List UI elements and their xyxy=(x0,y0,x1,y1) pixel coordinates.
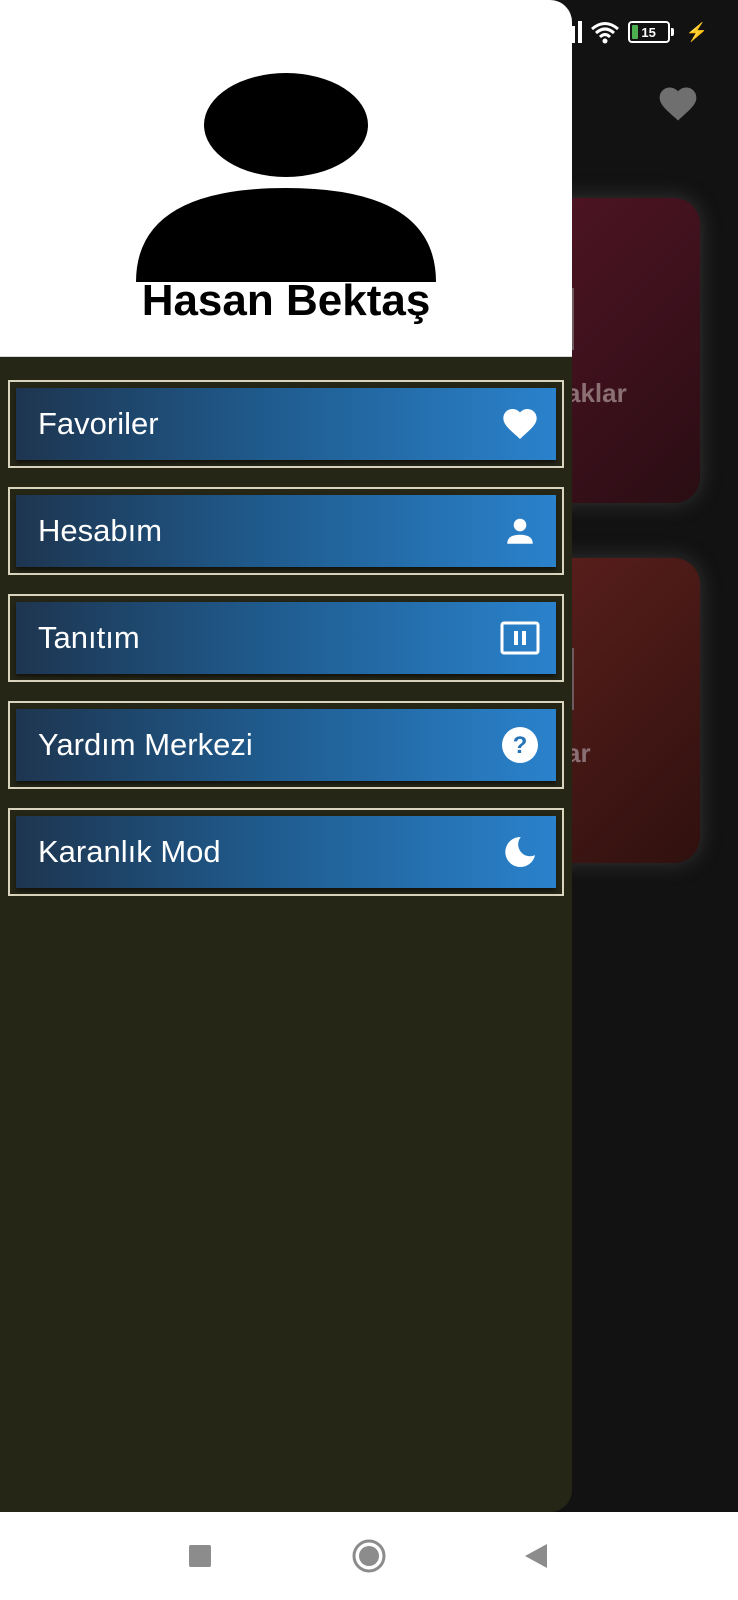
moon-icon xyxy=(500,832,540,872)
avatar-icon xyxy=(136,73,436,282)
menu-item-yardim-merkezi[interactable]: Yardım Merkezi ? xyxy=(8,701,564,789)
menu-item-label: Karanlık Mod xyxy=(38,834,221,869)
system-nav-bar xyxy=(0,1512,738,1600)
battery-icon: 15 xyxy=(627,21,674,43)
slideshow-icon xyxy=(500,618,540,658)
menu-item-label: Hesabım xyxy=(38,513,163,548)
drawer-menu: Favoriler Hesabım Tanıtım Yardım Merkezi… xyxy=(8,380,564,915)
help-icon: ? xyxy=(500,725,540,765)
heart-icon[interactable] xyxy=(656,82,700,126)
user-name: Hasan Bektaş xyxy=(141,276,431,325)
menu-item-label: Favoriler xyxy=(38,406,159,441)
menu-item-label: Tanıtım xyxy=(38,620,140,655)
wifi-icon xyxy=(590,22,619,44)
home-circle-icon[interactable] xyxy=(347,1534,391,1578)
back-triangle-icon[interactable] xyxy=(514,1534,558,1578)
recents-square-icon[interactable] xyxy=(178,1534,222,1578)
person-icon xyxy=(500,511,540,551)
category-card-label: aklar xyxy=(566,378,627,408)
heart-icon xyxy=(500,404,540,444)
menu-item-hesabim[interactable]: Hesabım xyxy=(8,487,564,575)
svg-text:?: ? xyxy=(513,732,528,759)
menu-item-tanitim[interactable]: Tanıtım xyxy=(8,594,564,682)
charging-icon: ⚡ xyxy=(685,21,708,42)
navigation-drawer: Hasan Bektaş Favoriler Hesabım Tanıtım Y… xyxy=(0,0,572,1512)
battery-level: 15 xyxy=(641,24,656,40)
menu-item-favoriler[interactable]: Favoriler xyxy=(8,380,564,468)
menu-item-karanlik-mod[interactable]: Karanlık Mod xyxy=(8,808,564,896)
menu-item-label: Yardım Merkezi xyxy=(38,727,253,762)
drawer-header: Hasan Bektaş xyxy=(0,0,572,357)
status-bar: 15 ⚡ xyxy=(556,0,738,70)
